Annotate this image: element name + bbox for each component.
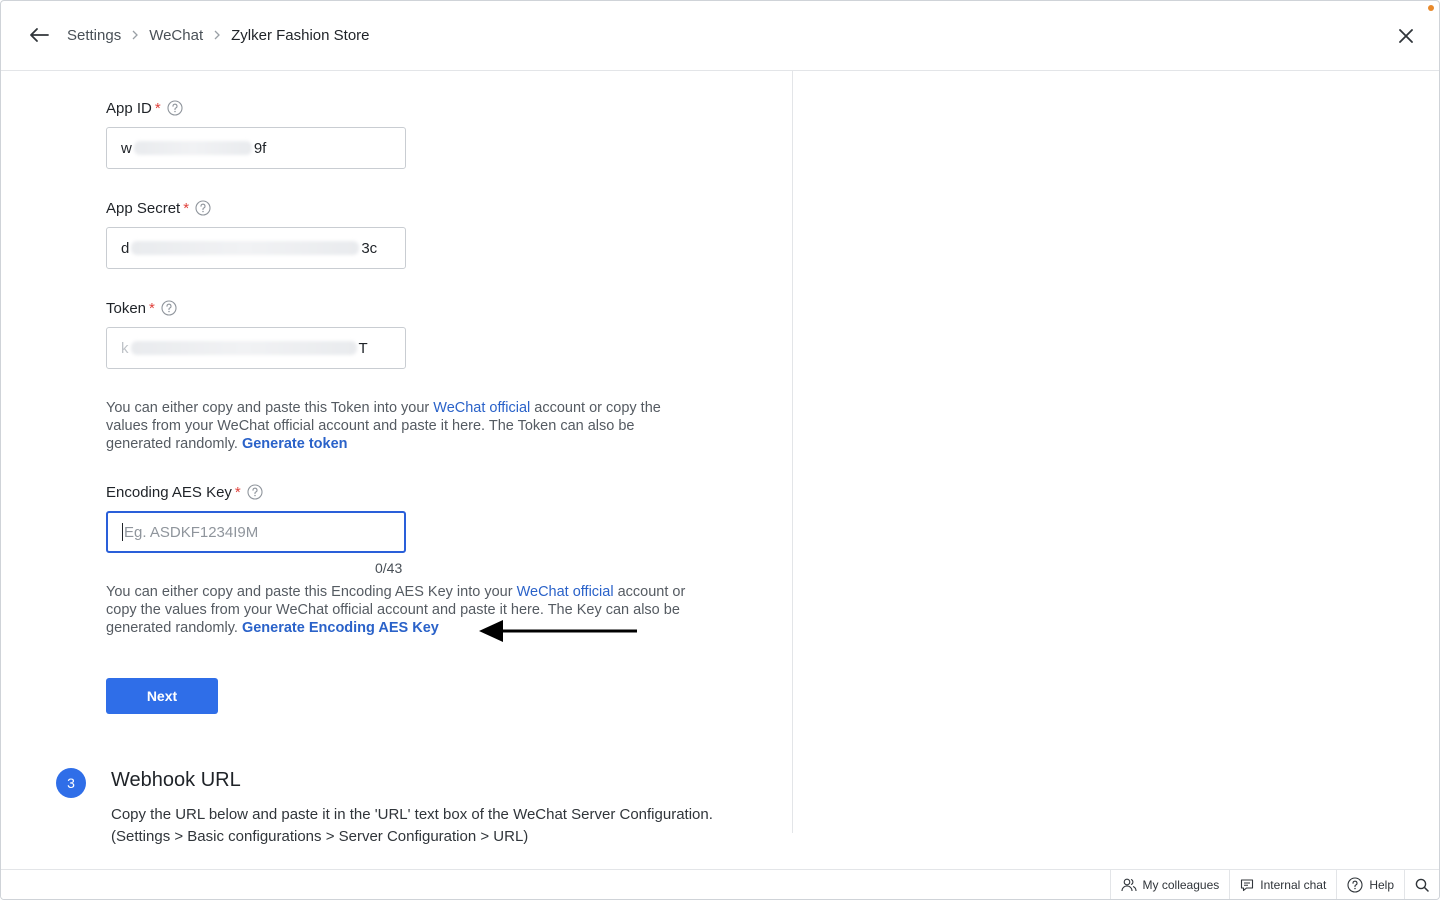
webhook-title: Webhook URL [111,769,241,791]
generate-token-link[interactable]: Generate token [242,436,348,452]
aes-key-label: Encoding AES Key * [106,482,263,502]
token-value-end: T [358,339,368,357]
breadcrumb-settings[interactable]: Settings [67,27,121,44]
my-colleagues-label: My colleagues [1142,877,1220,892]
app-id-input[interactable]: w 9f [106,127,406,169]
help-circle-icon[interactable] [247,484,263,500]
webhook-description-path: (Settings > Basic configurations > Serve… [111,828,529,845]
app-secret-value-start: d [121,239,130,257]
search-button[interactable] [1404,870,1439,899]
character-counter: 0/43 [375,560,403,576]
webhook-description-line: Copy the URL below and paste it in the '… [111,806,713,823]
app-secret-value-end: 3c [361,239,378,257]
panel-divider [792,71,793,833]
colleagues-icon [1120,878,1137,891]
app-id-label: App ID * [106,98,183,118]
back-arrow-icon [30,28,49,42]
chevron-right-icon [131,30,139,40]
help-icon [1347,876,1363,893]
token-value-start: k [121,339,129,357]
aes-key-placeholder: Eg. ASDKF1234I9M [124,523,259,541]
generate-aes-key-link[interactable]: Generate Encoding AES Key [242,620,439,636]
masked-value [131,241,360,255]
token-input[interactable]: k T [106,327,406,369]
app-secret-input[interactable]: d 3c [106,227,406,269]
back-button[interactable] [27,23,51,47]
chat-icon [1241,878,1254,891]
webhook-description: Copy the URL below and paste it in the '… [111,804,751,848]
help-circle-icon[interactable] [161,300,177,316]
breadcrumb-wechat[interactable]: WeChat [149,27,203,44]
app-window: Settings WeChat Zylker Fashion Store App… [0,0,1440,900]
masked-value [130,341,357,355]
internal-chat-label: Internal chat [1260,877,1327,892]
step-number-badge: 3 [56,768,86,798]
header: Settings WeChat Zylker Fashion Store [1,1,1439,71]
wechat-official-link[interactable]: WeChat official [517,584,614,600]
breadcrumb: Settings WeChat Zylker Fashion Store [67,25,370,45]
chevron-right-icon [213,30,221,40]
help-circle-icon[interactable] [167,100,183,116]
close-icon [1399,29,1413,43]
aes-key-input[interactable]: Eg. ASDKF1234I9M [106,511,406,553]
next-button[interactable]: Next [106,678,218,714]
token-help-text: You can either copy and paste this Token… [106,400,661,452]
help-button[interactable]: Help [1336,870,1404,899]
text-caret [122,523,123,541]
help-circle-icon[interactable] [195,200,211,216]
footer-bar: My colleagues Internal chat Help [1,869,1439,899]
app-id-value-start: w [121,139,132,157]
app-secret-label: App Secret * [106,198,211,218]
wechat-official-link[interactable]: WeChat official [433,400,530,416]
internal-chat-button[interactable]: Internal chat [1229,870,1336,899]
close-button[interactable] [1393,23,1419,49]
search-icon [1415,878,1429,892]
left-arrow-annotation-icon [479,620,637,642]
token-label: Token * [106,298,177,318]
my-colleagues-button[interactable]: My colleagues [1109,870,1230,899]
breadcrumb-current: Zylker Fashion Store [231,26,370,44]
app-id-value-end: 9f [253,139,267,157]
masked-value [133,141,252,155]
help-label: Help [1369,877,1394,892]
